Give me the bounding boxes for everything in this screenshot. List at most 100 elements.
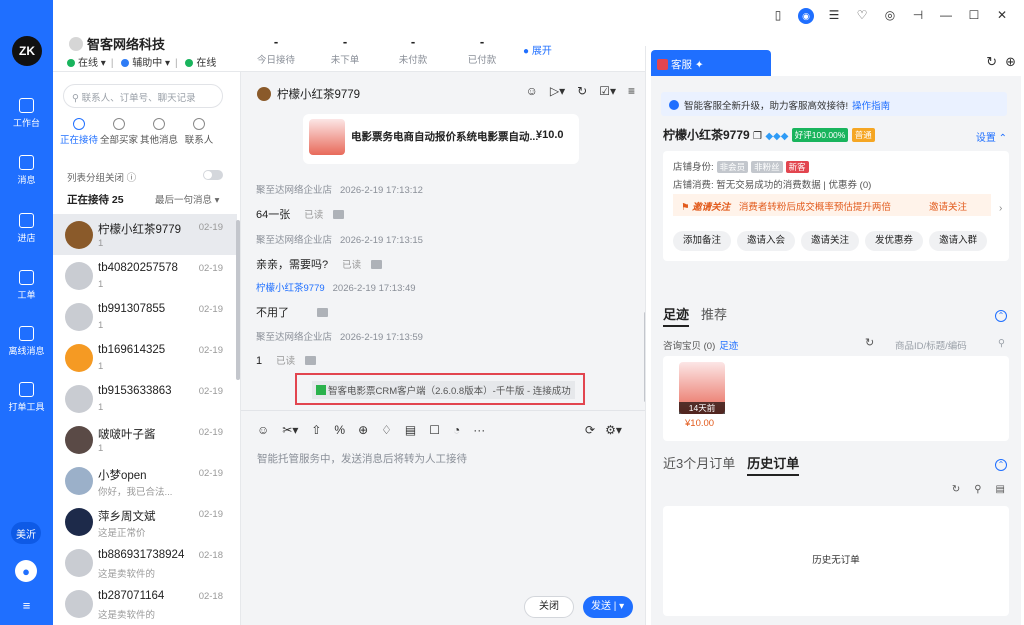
send-coupon-button[interactable]: 发优惠券 <box>865 231 924 251</box>
add-icon[interactable]: ⊕ <box>1005 54 1016 70</box>
group-toggle[interactable] <box>203 170 223 180</box>
contact-row[interactable]: 柠檬小红茶9779 02-19 1 <box>53 214 237 255</box>
assist-icon <box>121 59 130 67</box>
check-icon <box>316 385 326 395</box>
notice-text: 智能客服全新升级，助力客服高效接待! <box>684 101 849 112</box>
user-badge[interactable]: 美沂 <box>11 522 41 544</box>
droplet-icon[interactable]: ● <box>15 560 37 582</box>
chevron-right-icon[interactable]: › <box>999 203 1002 214</box>
contact-date: 02-19 <box>198 222 223 233</box>
menu-icon[interactable]: ≡ <box>628 84 635 98</box>
contact-row[interactable]: tb9153633863 02-19 1 <box>53 378 237 419</box>
avatar <box>65 385 93 413</box>
contact-name: 啵啵叶子酱 <box>98 429 156 441</box>
history-icon[interactable]: ◔ <box>453 423 460 437</box>
tab-other-messages[interactable]: 其他消息 <box>139 118 179 146</box>
maximize-icon[interactable]: ☐ <box>966 8 982 24</box>
tab-all-buyers[interactable]: 全部买家 <box>99 118 139 146</box>
read-icon <box>371 260 383 269</box>
contact-row[interactable]: 萍乡周文斌 02-19 这是正常价 <box>53 501 237 542</box>
invite-member-button[interactable]: 邀请入会 <box>737 231 796 251</box>
footprint-link[interactable]: 足迹 <box>719 341 738 352</box>
refresh-icon[interactable]: ↻ <box>865 336 874 349</box>
avatar <box>65 303 93 331</box>
refresh-icon[interactable]: ↻ <box>986 54 997 70</box>
copy-icon[interactable]: ❐ <box>753 131 762 142</box>
sort-dropdown[interactable]: 最后一句消息 ▾ <box>155 192 219 206</box>
nav-offline-message[interactable]: 离线消息 <box>0 326 53 357</box>
settings-icon[interactable]: ⚙▾ <box>605 423 622 437</box>
nav-message[interactable]: 消息 <box>0 155 53 186</box>
search-icon[interactable]: ⚲ <box>974 484 981 495</box>
expand-label: 展开 <box>531 46 552 57</box>
contact-row[interactable]: tb287071164 02-18 这是卖软件的 <box>53 583 237 624</box>
tab-contacts[interactable]: 联系人 <box>179 118 219 146</box>
close-chat-button[interactable]: 关闭 <box>524 596 574 618</box>
product-card[interactable]: 电影票务电商自动报价系统电影票自动... ¥10.0 <box>303 114 579 164</box>
video-icon[interactable]: ▷▾ <box>550 84 565 98</box>
shop-avatar <box>69 37 83 51</box>
more-icon[interactable]: ··· <box>473 423 485 437</box>
invite-group-button[interactable]: 邀请入群 <box>929 231 988 251</box>
quick-reply-icon[interactable]: ☐ <box>429 423 440 437</box>
avatar-status-icon[interactable]: ◉ <box>798 8 814 24</box>
transfer-icon[interactable]: ⟳ <box>585 423 595 437</box>
contact-row[interactable]: tb40820257578 02-19 1 <box>53 255 237 296</box>
send-button[interactable]: 发送 | ▾ <box>583 596 633 618</box>
gift-icon[interactable]: ♢ <box>381 423 392 437</box>
tab-footprint[interactable]: 足迹 <box>663 307 690 327</box>
contact-row[interactable]: 啵啵叶子酱 02-19 1 <box>53 419 237 460</box>
refresh-icon[interactable]: ↻ <box>577 84 587 98</box>
tab-recent-orders[interactable]: 近3个月订单 <box>663 456 735 471</box>
filter-icon[interactable]: ▤ <box>996 484 1005 495</box>
online-status[interactable]: 在线 <box>78 58 98 69</box>
empty-orders: 历史无订单 <box>663 506 1009 616</box>
contact-row[interactable]: tb169614325 02-19 1 <box>53 337 237 378</box>
tab-history-orders[interactable]: 历史订单 <box>747 456 800 476</box>
tab-recommend[interactable]: 推荐 <box>701 307 727 322</box>
contact-search-input[interactable]: ⚲ 联系人、订单号、聊天记录 <box>63 84 223 108</box>
add-note-button[interactable]: 添加备注 <box>673 231 732 251</box>
notes-icon[interactable]: ☰ <box>826 8 842 24</box>
customer-name: 柠檬小红茶9779 <box>663 128 750 142</box>
emoji-icon[interactable]: ☺ <box>257 423 269 437</box>
minimize-icon[interactable]: — <box>938 8 954 24</box>
collapse-icon[interactable]: ⌃ <box>995 459 1007 471</box>
nav-store[interactable]: 进店 <box>0 213 53 244</box>
tab-customer-service[interactable]: 客服 ✦ <box>651 50 771 76</box>
system-notice-highlight: 智客电影票CRM客户端（2.6.0.8版本）-千牛版 - 连接成功 <box>295 373 585 405</box>
notice-link[interactable]: 操作指南 <box>852 101 890 112</box>
scissors-icon[interactable]: ✂▾ <box>282 423 298 437</box>
nav-ticket[interactable]: 工单 <box>0 270 53 301</box>
contact-scrollbar[interactable] <box>236 220 240 380</box>
tab-receiving[interactable]: 正在接待 <box>59 118 99 146</box>
pin-icon[interactable]: ⊣ <box>910 8 926 24</box>
upload-icon[interactable]: ⇧ <box>311 423 321 437</box>
product-search-input[interactable]: ↻ 商品ID/标题/编码 ⚲ <box>865 334 1007 354</box>
contact-row[interactable]: tb886931738924 02-18 这是卖软件的 <box>53 542 237 583</box>
close-icon[interactable]: ✕ <box>994 8 1010 24</box>
contact-row[interactable]: tb991307855 02-19 1 <box>53 296 237 337</box>
coupon-icon[interactable]: ⊕ <box>358 423 368 437</box>
robot-icon[interactable]: ☺ <box>526 84 538 98</box>
composer-input[interactable]: 智能托管服务中，发送消息后将转为人工接待 <box>257 451 467 466</box>
nav-workbench[interactable]: 工作台 <box>0 98 53 129</box>
invite-follow-chip[interactable]: 邀请关注 <box>801 231 860 251</box>
task-icon[interactable]: ☑▾ <box>599 84 616 98</box>
collapse-icon[interactable]: ⌃ <box>995 310 1007 322</box>
contact-date: 02-18 <box>198 550 223 561</box>
discount-icon[interactable]: % <box>334 423 345 437</box>
settings-icon[interactable]: ◎ <box>882 8 898 24</box>
contact-row[interactable]: 小梦open 02-19 你好，我已合法... <box>53 460 237 501</box>
refresh-icon[interactable]: ↻ <box>952 484 960 495</box>
phone-icon[interactable]: ▯ <box>770 8 786 24</box>
customer-settings[interactable]: 设置 ⌃ <box>976 129 1007 144</box>
contact-last-message: 这是卖软件的 <box>98 610 156 621</box>
order-icon[interactable]: ▤ <box>405 423 416 437</box>
menu-icon[interactable]: ≡ <box>0 598 53 613</box>
assist-status[interactable]: 辅助中 <box>132 58 162 69</box>
skin-icon[interactable]: ♡ <box>854 8 870 24</box>
invite-follow-button[interactable]: 邀请关注 <box>929 199 967 213</box>
expand-button[interactable]: ● 展开 <box>523 42 552 57</box>
nav-print-tool[interactable]: 打单工具 <box>0 382 53 413</box>
